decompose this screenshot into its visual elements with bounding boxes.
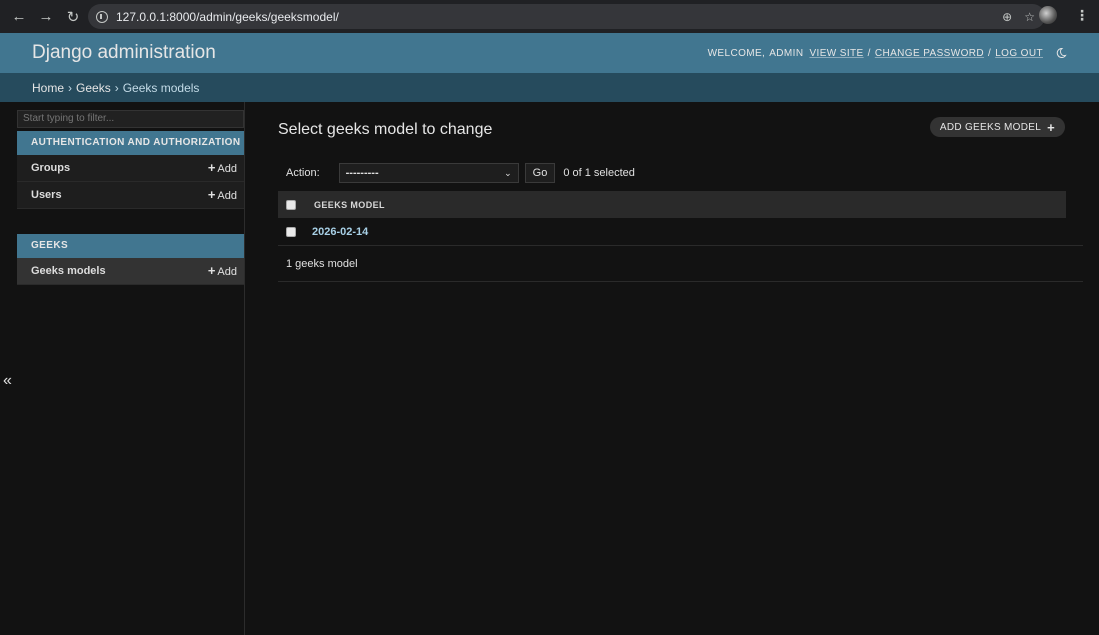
breadcrumb-separator: ›	[68, 80, 73, 95]
url-text[interactable]: 127.0.0.1:8000/admin/geeks/geeksmodel/	[116, 10, 1002, 24]
change-password-link[interactable]: CHANGE PASSWORD	[875, 48, 984, 59]
zoom-icon[interactable]: ⊕	[1002, 10, 1012, 24]
paginator: 1 geeks model	[278, 246, 1083, 282]
select-all-checkbox[interactable]	[286, 199, 296, 210]
browser-menu-icon[interactable]: ⋮	[1075, 7, 1089, 24]
sidebar-item-users[interactable]: Users + Add	[17, 181, 244, 209]
chevron-down-icon: ⌄	[504, 167, 512, 178]
log-out-link[interactable]: LOG OUT	[995, 48, 1043, 59]
table-row: 2026-02-14	[278, 218, 1083, 246]
actions-bar: Action: --------- ⌄ Go 0 of 1 selected	[278, 163, 1082, 183]
site-branding[interactable]: Django administration	[32, 42, 216, 64]
theme-toggle-moon-icon[interactable]	[1055, 47, 1067, 59]
username: ADMIN	[769, 47, 804, 59]
site-info-icon[interactable]	[96, 10, 108, 23]
breadcrumb-home[interactable]: Home	[32, 81, 64, 95]
go-button[interactable]: Go	[524, 163, 556, 183]
breadcrumb-app[interactable]: Geeks	[76, 81, 111, 95]
sidebar-item-label[interactable]: Groups	[31, 162, 70, 174]
breadcrumb-current: Geeks models	[122, 80, 200, 95]
sidebar-item-geeks-models[interactable]: Geeks models + Add	[17, 257, 244, 285]
selected-counter: 0 of 1 selected	[563, 167, 635, 179]
action-select[interactable]: --------- ⌄	[338, 163, 519, 183]
module-geeks: GEEKS Geeks models + Add	[17, 233, 244, 285]
view-site-link[interactable]: VIEW SITE	[809, 48, 863, 59]
row-checkbox[interactable]	[286, 226, 296, 237]
address-bar[interactable]: 127.0.0.1:8000/admin/geeks/geeksmodel/ ⊕…	[88, 4, 1045, 29]
profile-avatar-icon[interactable]	[1039, 6, 1057, 24]
add-geeks-model-button[interactable]: ADD GEEKS MODEL +	[929, 117, 1065, 137]
action-label: Action:	[286, 167, 320, 179]
result-list: GEEKS MODEL 2026-02-14 1 geeks model	[278, 191, 1083, 282]
add-groups-link[interactable]: + Add	[208, 160, 237, 175]
nav-sidebar: AUTHENTICATION AND AUTHORIZATION Groups …	[0, 102, 245, 635]
add-label: Add	[217, 163, 237, 175]
changelist-content: Select geeks model to change ADD GEEKS M…	[245, 102, 1099, 635]
add-button-label: ADD GEEKS MODEL	[939, 121, 1042, 133]
table-header: GEEKS MODEL	[278, 191, 1066, 218]
add-label: Add	[217, 190, 237, 202]
row-link[interactable]: 2026-02-14	[312, 226, 368, 238]
separator: /	[988, 47, 992, 59]
breadcrumb-separator: ›	[114, 80, 119, 95]
module-caption-geeks[interactable]: GEEKS	[17, 233, 244, 258]
admin-header: Django administration WELCOME, ADMIN VIE…	[0, 33, 1099, 73]
sidebar-filter-input[interactable]	[17, 109, 244, 128]
sidebar-collapse-toggle[interactable]: «	[3, 372, 12, 390]
reload-icon[interactable]: ↻	[62, 6, 84, 28]
browser-toolbar: ← → ↻ 127.0.0.1:8000/admin/geeks/geeksmo…	[0, 0, 1099, 33]
user-tools: WELCOME, ADMIN VIEW SITE / CHANGE PASSWO…	[708, 47, 1067, 59]
plus-icon: +	[1047, 119, 1055, 135]
separator: /	[867, 47, 871, 59]
module-auth: AUTHENTICATION AND AUTHORIZATION Groups …	[17, 130, 244, 209]
plus-icon: +	[207, 160, 216, 175]
bookmark-star-icon[interactable]: ☆	[1024, 10, 1035, 24]
add-label: Add	[217, 266, 237, 278]
forward-arrow-icon[interactable]: →	[35, 6, 57, 28]
module-caption-auth[interactable]: AUTHENTICATION AND AUTHORIZATION	[17, 130, 244, 155]
back-arrow-icon[interactable]: ←	[8, 6, 30, 28]
column-header-geeks-model[interactable]: GEEKS MODEL	[314, 200, 385, 210]
sidebar-item-label[interactable]: Users	[31, 189, 62, 201]
plus-icon: +	[207, 187, 216, 202]
plus-icon: +	[207, 263, 216, 278]
welcome-text: WELCOME,	[707, 47, 766, 59]
action-selected-value: ---------	[345, 167, 379, 179]
sidebar-item-groups[interactable]: Groups + Add	[17, 154, 244, 182]
breadcrumb: Home › Geeks › Geeks models	[0, 73, 1099, 102]
add-users-link[interactable]: + Add	[208, 187, 237, 202]
add-geeks-model-link[interactable]: + Add	[208, 263, 237, 278]
sidebar-item-label[interactable]: Geeks models	[31, 265, 106, 277]
